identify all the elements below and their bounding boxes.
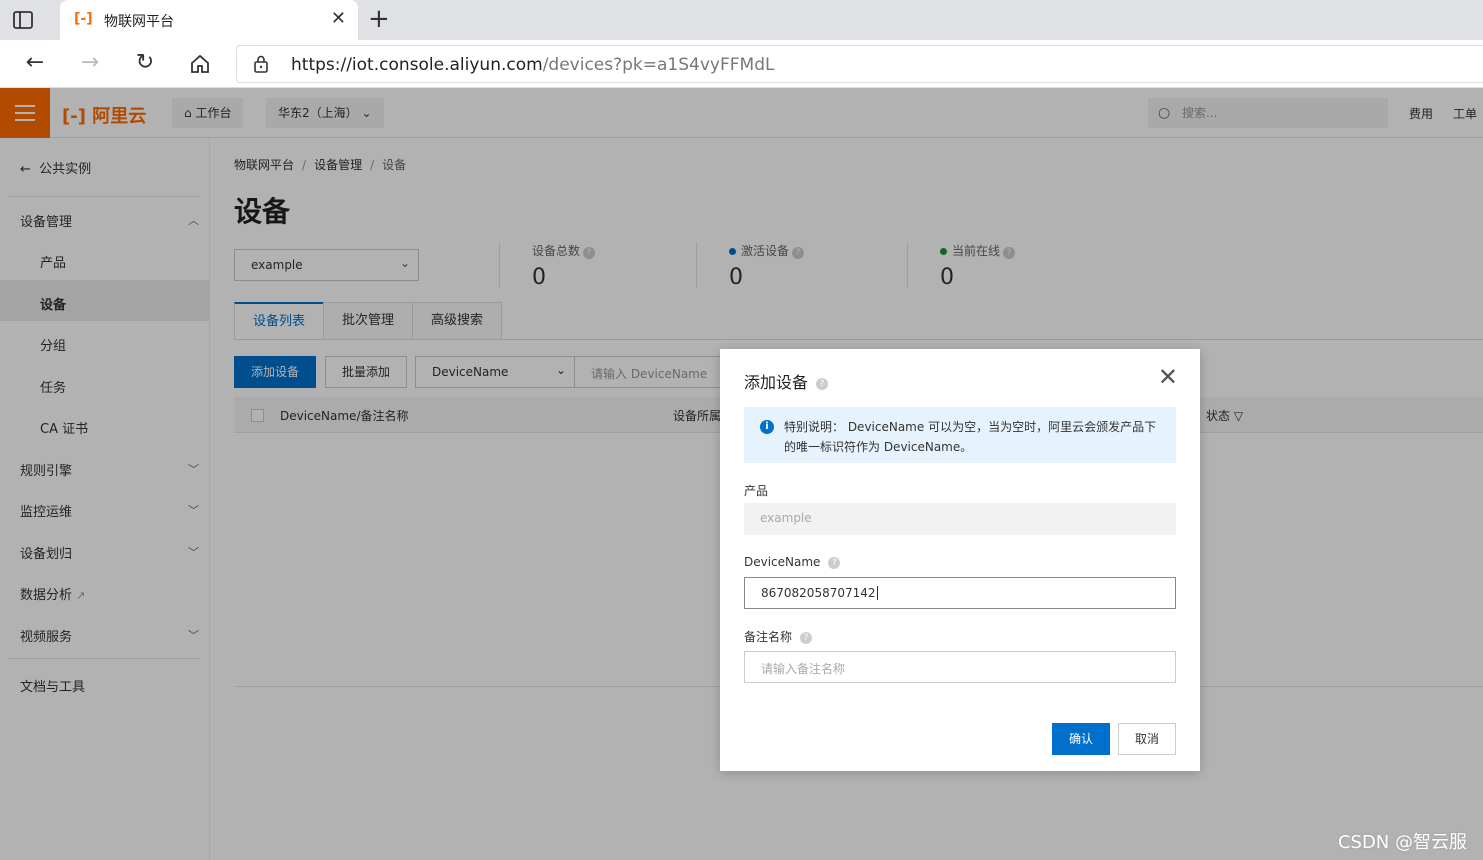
cancel-button[interactable]: 取消 (1118, 723, 1176, 755)
tab-title: 物联网平台 (104, 14, 174, 30)
text-cursor (876, 586, 878, 600)
devicename-label-text: DeviceName (744, 555, 821, 569)
url-path: /devices?pk=a1S4vyFFMdL (542, 55, 775, 75)
url-input[interactable]: https://iot.console.aliyun.com/devices?p… (236, 45, 1483, 83)
address-bar-row: ← → ↻ https://iot.console.aliyun.com/dev… (0, 40, 1483, 88)
close-icon[interactable]: ✕ (1158, 363, 1178, 391)
refresh-icon[interactable]: ↻ (131, 50, 159, 75)
remark-label-text: 备注名称 (744, 630, 793, 644)
help-icon[interactable]: ? (800, 631, 813, 644)
add-device-dialog: 添加设备? ✕ i 特别说明： DeviceName 可以为空，当为空时，阿里云… (720, 349, 1200, 771)
tab-actions-icon[interactable] (12, 10, 34, 30)
help-icon[interactable]: ? (828, 556, 841, 569)
dialog-title-text: 添加设备 (744, 373, 809, 392)
home-icon[interactable] (188, 52, 212, 76)
close-tab-icon[interactable]: ✕ (331, 8, 346, 29)
devicename-value: 867082058707142 (761, 586, 876, 600)
lock-icon (254, 55, 268, 73)
browser-tab[interactable]: [-] 物联网平台 ✕ (60, 0, 358, 40)
dialog-title: 添加设备? (744, 369, 829, 393)
back-icon[interactable]: ← (21, 50, 49, 75)
devicename-label: DeviceName? (744, 555, 841, 569)
notice-banner: i 特别说明： DeviceName 可以为空，当为空时，阿里云会颁发产品下的唯… (744, 407, 1176, 463)
confirm-button[interactable]: 确认 (1052, 723, 1110, 755)
devicename-input[interactable]: 867082058707142 (744, 577, 1176, 609)
product-field: example (744, 503, 1176, 535)
remark-input[interactable]: 请输入备注名称 (744, 651, 1176, 683)
notice-text: 特别说明： DeviceName 可以为空，当为空时，阿里云会颁发产品下的唯一标… (784, 420, 1157, 454)
product-label: 产品 (744, 484, 769, 498)
url-host: https://iot.console.aliyun.com (291, 55, 543, 75)
help-icon[interactable]: ? (816, 377, 829, 390)
watermark: CSDN @智云服 (1337, 832, 1467, 853)
new-tab-icon[interactable]: + (368, 4, 390, 34)
info-icon: i (760, 420, 774, 434)
browser-tab-bar: [-] 物联网平台 ✕ + (0, 0, 1483, 40)
remark-label: 备注名称? (744, 628, 813, 645)
forward-icon[interactable]: → (76, 50, 104, 75)
aliyun-favicon-icon: [-] (74, 11, 93, 27)
url-text: https://iot.console.aliyun.com/devices?p… (291, 55, 774, 75)
